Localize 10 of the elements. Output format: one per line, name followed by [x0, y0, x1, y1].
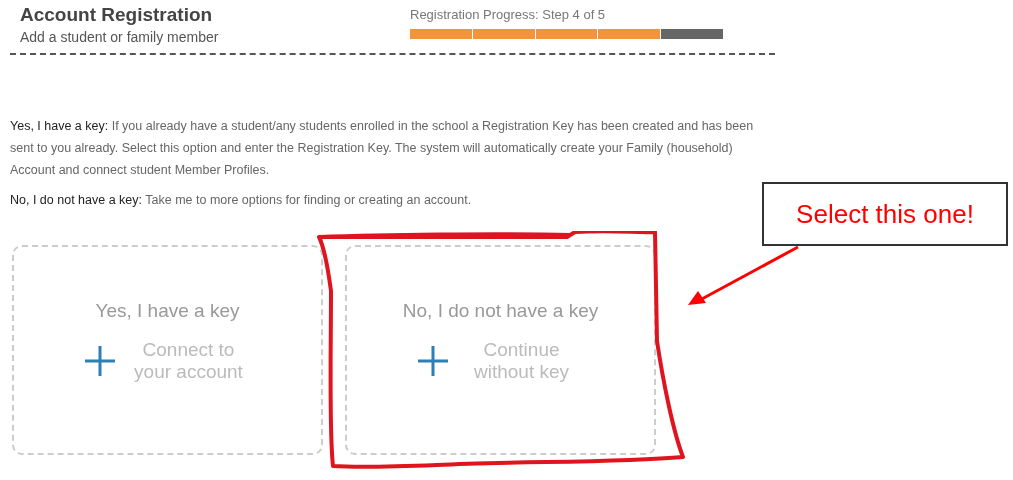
page-subtitle: Add a student or family member: [20, 28, 220, 47]
callout-box: Select this one!: [762, 182, 1008, 246]
option-card[interactable]: No, I do not have a key Continue without key: [345, 245, 656, 455]
page-title: Account Registration: [20, 3, 214, 27]
option-card[interactable]: Yes, I have a key Connect to your account: [12, 245, 323, 455]
option-explanation: No, I do not have a key: Take me to more options for finding or creating an account.: [10, 192, 473, 209]
plus-icon: [417, 345, 449, 377]
plus-icon: [84, 345, 116, 377]
option-explanation: Yes, I have a key: If you already have a student/any students enrolled in the school a Registration Key has been created and has been sent to you already. Select this option and enter the Registration Key. The system will automatically create your Family (household) Account and connect student Member Profiles.: [10, 118, 755, 179]
progress-label: Registration Progress: Step 4 of 5: [410, 6, 607, 24]
